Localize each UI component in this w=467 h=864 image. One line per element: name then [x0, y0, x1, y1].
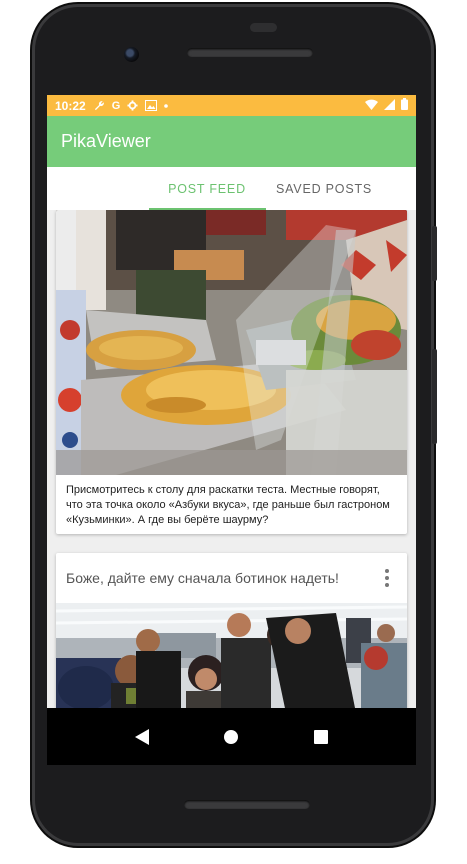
proximity-sensor [250, 23, 277, 32]
status-bar: 10:22 G [47, 95, 416, 116]
system-nav-bar [47, 708, 416, 765]
airport-security-photo[interactable] [56, 603, 407, 708]
dot-icon [164, 103, 169, 108]
post-card[interactable]: Боже, дайте ему сначала ботинок надеть! [56, 553, 407, 708]
post-caption: Присмотритесь к столу для раскатки теста… [66, 484, 390, 526]
food-counter-photo[interactable] [56, 210, 407, 475]
image-icon [145, 100, 158, 111]
power-button [432, 226, 437, 281]
earpiece-speaker [187, 48, 313, 57]
screen: 10:22 G PikaViewer POST FEED SAVED POSTS… [47, 95, 416, 765]
gear-icon [127, 100, 138, 111]
wifi-icon [365, 99, 378, 113]
home-icon[interactable] [219, 725, 243, 749]
app-bar: PikaViewer [47, 116, 416, 167]
tab-post-feed[interactable]: POST FEED [148, 167, 266, 210]
post-feed[interactable]: Присмотритесь к столу для раскатки теста… [47, 210, 416, 708]
signal-icon [384, 98, 395, 113]
more-options-icon[interactable] [377, 568, 397, 588]
post-card[interactable]: Присмотритесь к столу для раскатки теста… [56, 210, 407, 534]
post-title: Боже, дайте ему сначала ботинок надеть! [66, 570, 339, 586]
recents-icon[interactable] [309, 725, 333, 749]
tab-bar: POST FEED SAVED POSTS [47, 167, 416, 210]
status-time: 10:22 [55, 98, 86, 113]
volume-button [432, 349, 437, 444]
post-header: Боже, дайте ему сначала ботинок надеть! [56, 553, 407, 603]
google-icon: G [111, 99, 121, 112]
wrench-icon [94, 100, 105, 111]
front-camera [124, 47, 139, 62]
back-icon[interactable] [130, 725, 154, 749]
app-title: PikaViewer [61, 131, 151, 151]
battery-icon [401, 98, 408, 113]
tab-saved-posts[interactable]: SAVED POSTS [266, 167, 383, 210]
bottom-speaker [184, 800, 310, 809]
